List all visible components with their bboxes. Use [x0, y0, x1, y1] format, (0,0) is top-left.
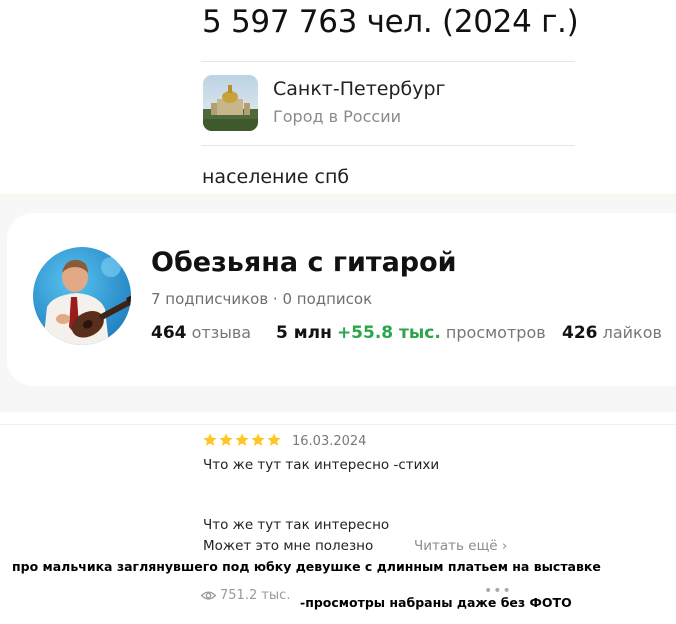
city-name[interactable]: Санкт-Петербург	[273, 78, 446, 100]
likes-count: 426	[562, 323, 598, 343]
views-count: 5 млн	[276, 323, 332, 343]
review-title: Что же тут так интересно -стихи	[203, 457, 440, 473]
annotation-caption: про мальчика заглянувшего под юбку девуш…	[12, 559, 601, 574]
avatar[interactable]	[33, 247, 131, 345]
related-query-link[interactable]: население спб	[202, 166, 349, 188]
rating-stars	[202, 432, 282, 448]
divider	[201, 61, 575, 62]
annotation-caption: -просмотры набраны даже без ФОТО	[300, 595, 572, 610]
views-label: просмотров	[445, 323, 546, 342]
read-more-label: Читать ещё	[414, 538, 498, 554]
star-icon	[203, 433, 217, 446]
guitarist-avatar-icon	[33, 247, 131, 345]
star-icon	[219, 433, 233, 446]
views-delta: +55.8 тыс.	[336, 323, 441, 343]
city-subtitle: Город в России	[273, 107, 401, 126]
reviews-label: отзыва	[191, 323, 252, 342]
star-icon	[235, 433, 249, 446]
eye-icon	[201, 591, 216, 600]
star-icon	[267, 433, 281, 446]
chevron-right-icon: ›	[501, 538, 508, 554]
read-more-link[interactable]: Читать ещё ›	[414, 538, 507, 554]
review-date: 16.03.2024	[292, 434, 367, 449]
review-text-line: Что же тут так интересно	[203, 517, 390, 533]
profile-name[interactable]: Обезьяна с гитарой	[151, 247, 457, 278]
views-value: 751.2 тыс.	[220, 588, 291, 603]
review-views: 751.2 тыс.	[201, 588, 290, 603]
likes-label: лайков	[602, 323, 662, 342]
review-text-line: Может это мне полезно	[203, 538, 374, 554]
population-value: 5 597 763 чел. (2024 г.)	[202, 4, 579, 40]
divider	[0, 424, 676, 425]
divider	[201, 145, 575, 146]
reviews-stat: 464 отзыва	[151, 323, 251, 343]
views-stat: 5 млн +55.8 тыс. просмотров	[276, 323, 546, 343]
star-icon	[251, 433, 265, 446]
likes-stat: 426 лайков	[562, 323, 662, 343]
profile-subscriptions[interactable]: 7 подписчиков · 0 подписок	[151, 290, 372, 308]
city-thumbnail[interactable]	[203, 75, 258, 131]
reviews-count: 464	[151, 323, 187, 343]
city-photo-icon	[203, 75, 258, 131]
